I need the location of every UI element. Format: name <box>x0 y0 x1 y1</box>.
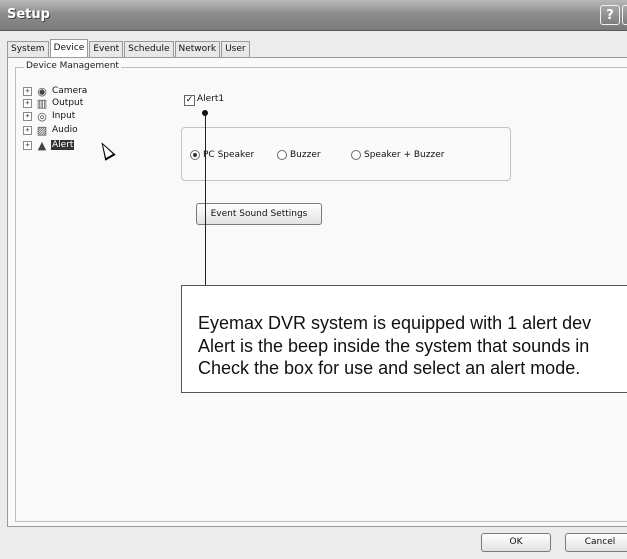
tree-item-input[interactable]: + ◎ Input <box>23 109 76 123</box>
radio-label-pc-speaker: PC Speaker <box>203 150 255 160</box>
ok-button[interactable]: OK <box>481 533 551 552</box>
tab-schedule[interactable]: Schedule <box>124 41 174 57</box>
callout-box: Eyemax DVR system is equipped with 1 ale… <box>181 285 627 393</box>
tree-label-alert: Alert <box>51 140 75 150</box>
expand-icon[interactable]: + <box>23 86 32 96</box>
tree-label-output: Output <box>52 98 84 108</box>
help-button[interactable]: ? <box>600 5 620 25</box>
tree-item-alert[interactable]: + ▲ Alert <box>23 138 75 152</box>
tab-event[interactable]: Event <box>89 41 124 57</box>
expand-icon[interactable]: + <box>23 111 32 121</box>
alert1-checkbox[interactable]: ✓ <box>184 95 195 106</box>
tree-item-output[interactable]: + ▥ Output <box>23 96 84 110</box>
group-label: Device Management <box>24 61 121 71</box>
callout-line-1: Eyemax DVR system is equipped with 1 ale… <box>198 313 592 333</box>
expand-icon[interactable]: + <box>23 98 32 108</box>
alert1-label: Alert1 <box>197 94 225 104</box>
radio-label-speaker-buzzer: Speaker + Buzzer <box>364 150 445 160</box>
expand-icon[interactable]: + <box>23 140 32 150</box>
tab-network[interactable]: Network <box>174 41 221 57</box>
window-title: Setup <box>7 7 50 22</box>
audio-icon: ▨ <box>36 123 48 137</box>
title-bar[interactable]: Setup ? X <box>0 0 627 31</box>
tree-label-camera: Camera <box>52 86 88 96</box>
tab-bar: System Device Event Schedule Network Use… <box>7 39 251 58</box>
input-icon: ◎ <box>37 109 47 123</box>
tab-system[interactable]: System <box>7 41 49 57</box>
callout-line-3: Check the box for use and select an aler… <box>198 358 581 378</box>
callout-line-2: Alert is the beep inside the system that… <box>198 336 590 356</box>
radio-pc-speaker[interactable] <box>190 150 200 160</box>
output-icon: ▥ <box>36 96 48 110</box>
tab-device[interactable]: Device <box>49 39 89 57</box>
tab-user[interactable]: User <box>221 41 250 57</box>
alert-icon: ▲ <box>37 138 47 152</box>
radio-selected-dot <box>193 153 197 157</box>
expand-icon[interactable]: + <box>23 125 32 135</box>
tree-item-audio[interactable]: + ▨ Audio <box>23 123 79 137</box>
setup-window: Setup ? X System Device Event Schedule N… <box>0 0 627 559</box>
radio-buzzer[interactable] <box>277 150 287 160</box>
callout-pointer-line <box>205 113 206 285</box>
radio-label-buzzer: Buzzer <box>290 150 321 160</box>
close-button[interactable]: X <box>622 5 627 25</box>
radio-speaker-buzzer[interactable] <box>351 150 361 160</box>
tree-label-input: Input <box>52 111 76 121</box>
event-sound-settings-button[interactable]: Event Sound Settings <box>196 203 322 225</box>
cancel-button[interactable]: Cancel <box>565 533 627 552</box>
tree-label-audio: Audio <box>52 125 78 135</box>
